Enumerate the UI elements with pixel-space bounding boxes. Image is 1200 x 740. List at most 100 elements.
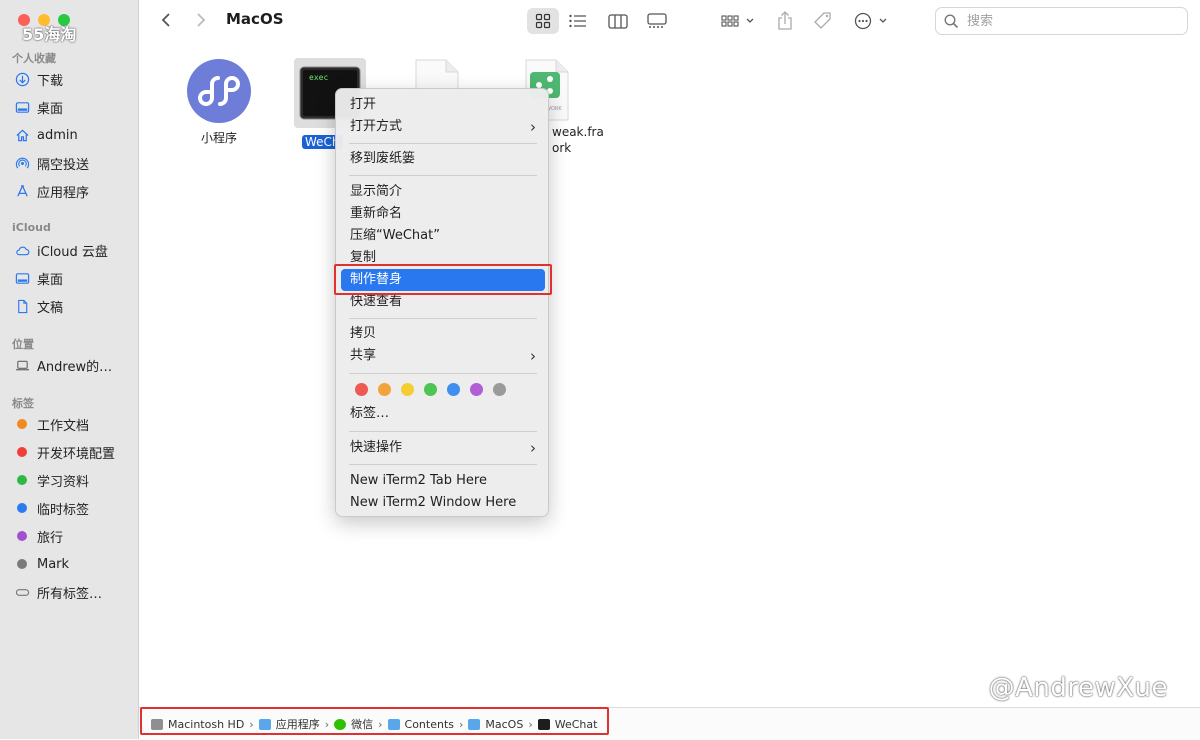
menu-item-compress[interactable]: 压缩“WeChat”	[341, 225, 545, 247]
list-view-button[interactable]	[567, 8, 589, 34]
group-icon	[721, 15, 754, 27]
sidebar-item-tag-temp[interactable]: 临时标签	[14, 497, 134, 519]
back-button[interactable]	[156, 10, 176, 30]
laptop-icon	[14, 357, 30, 373]
sidebar-item-icloud-drive[interactable]: iCloud 云盘	[14, 239, 134, 261]
sidebar-item-documents[interactable]: 文稿	[14, 295, 134, 317]
sidebar-item-label: iCloud 云盘	[37, 244, 108, 260]
search-input[interactable]	[965, 12, 1169, 30]
sidebar-item-label: 下载	[37, 73, 64, 89]
sidebar-item-admin[interactable]: admin	[14, 124, 134, 146]
menu-item-iterm-window[interactable]: New iTerm2 Window Here	[341, 492, 545, 514]
menu-item-rename[interactable]: 重新命名	[341, 203, 545, 225]
menu-item-get-info[interactable]: 显示简介	[341, 181, 545, 203]
tag-icon	[814, 12, 831, 29]
sidebar-section-icloud: iCloud	[12, 221, 51, 234]
tag-color-yellow[interactable]	[401, 383, 414, 396]
sidebar-item-desktop[interactable]: 桌面	[14, 96, 134, 118]
tag-color-gray[interactable]	[493, 383, 506, 396]
grid-icon	[535, 13, 551, 29]
watermark-logo: 55海淘	[22, 25, 77, 44]
sidebar-item-andrew-mac[interactable]: Andrew的…	[14, 354, 134, 376]
sidebar-item-label: 学习资料	[37, 474, 90, 490]
menu-separator	[349, 143, 537, 144]
window-title: MacOS	[226, 10, 284, 28]
sidebar: 55海淘 个人收藏 下载 桌面 admin 隔空投送 应用程序 iCloud i…	[0, 0, 139, 739]
sidebar-item-all-tags[interactable]: 所有标签…	[14, 581, 134, 603]
desktop-icon	[14, 99, 30, 115]
sidebar-item-label: 工作文档	[37, 418, 90, 434]
tag-color-red[interactable]	[355, 383, 368, 396]
tag-dot-purple	[17, 531, 27, 541]
gallery-icon	[647, 13, 667, 28]
tag-color-purple[interactable]	[470, 383, 483, 396]
group-by-button[interactable]	[719, 8, 759, 34]
sidebar-item-airdrop[interactable]: 隔空投送	[14, 152, 134, 174]
sidebar-item-label: 文稿	[37, 300, 64, 316]
sidebar-item-label: 临时标签	[37, 502, 90, 518]
tag-dot-red	[17, 447, 27, 457]
list-icon	[569, 14, 586, 28]
sidebar-item-tag-mark[interactable]: Mark	[14, 553, 134, 575]
tags-button[interactable]	[811, 8, 835, 34]
chevron-right-icon: ›	[530, 439, 536, 457]
menu-item-open[interactable]: 打开	[341, 94, 545, 116]
icon-view-button[interactable]	[527, 8, 559, 34]
home-icon	[14, 127, 30, 143]
tag-dot-orange	[17, 419, 27, 429]
menu-item-tags[interactable]: 标签…	[341, 403, 545, 425]
sidebar-item-label: 开发环境配置	[37, 446, 116, 462]
chevron-left-icon	[161, 13, 170, 27]
menu-item-copy[interactable]: 拷贝	[341, 323, 545, 345]
sidebar-item-label: 所有标签…	[37, 586, 103, 602]
menu-item-move-to-trash[interactable]: 移到废纸篓	[341, 148, 545, 170]
search-icon	[944, 13, 959, 28]
chevron-right-icon: ›	[530, 347, 536, 365]
menu-separator	[349, 175, 537, 176]
gallery-view-button[interactable]	[645, 8, 669, 34]
tag-color-row	[355, 383, 506, 396]
finder-window: 55海淘 个人收藏 下载 桌面 admin 隔空投送 应用程序 iCloud i…	[0, 0, 1200, 740]
sidebar-item-icloud-desktop[interactable]: 桌面	[14, 267, 134, 289]
columns-icon	[608, 13, 628, 29]
column-view-button[interactable]	[607, 8, 629, 34]
toolbar: MacOS	[139, 0, 1200, 42]
sidebar-item-tag-study[interactable]: 学习资料	[14, 469, 134, 491]
share-icon	[778, 11, 792, 30]
document-icon	[14, 298, 30, 314]
file-item-miniprogram[interactable]: 小程序	[164, 58, 274, 146]
sidebar-section-favorites: 个人收藏	[12, 52, 56, 65]
highlight-annotation-box	[334, 264, 552, 295]
cloud-icon	[14, 242, 30, 258]
pathbar-annotation-box	[140, 707, 609, 735]
sidebar-item-tag-travel[interactable]: 旅行	[14, 525, 134, 547]
miniprogram-icon	[187, 59, 251, 123]
desktop-icon	[14, 270, 30, 286]
sidebar-item-label: 隔空投送	[37, 157, 90, 173]
tag-color-green[interactable]	[424, 383, 437, 396]
share-button[interactable]	[775, 8, 795, 34]
sidebar-item-label: 桌面	[37, 101, 64, 117]
menu-item-share[interactable]: 共享 ›	[341, 345, 545, 367]
sidebar-item-label: Andrew的…	[37, 359, 113, 375]
menu-item-iterm-tab[interactable]: New iTerm2 Tab Here	[341, 470, 545, 492]
context-menu: 打开 打开方式 › 移到废纸篓 显示简介 重新命名 压缩“WeChat” 复制 制…	[335, 88, 549, 517]
sidebar-item-label: 应用程序	[37, 185, 90, 201]
airdrop-icon	[14, 155, 30, 171]
search-field[interactable]	[935, 7, 1188, 35]
sidebar-item-tag-dev[interactable]: 开发环境配置	[14, 441, 134, 463]
sidebar-item-applications[interactable]: 应用程序	[14, 180, 134, 202]
tag-dot-gray	[17, 559, 27, 569]
forward-button[interactable]	[191, 10, 211, 30]
more-actions-button[interactable]	[853, 8, 893, 34]
tag-color-orange[interactable]	[378, 383, 391, 396]
sidebar-item-downloads[interactable]: 下载	[14, 68, 134, 90]
sidebar-item-label: 旅行	[37, 530, 64, 546]
menu-item-quick-actions[interactable]: 快速操作 ›	[341, 437, 545, 459]
menu-item-open-with[interactable]: 打开方式 ›	[341, 116, 545, 138]
sidebar-item-label: admin	[37, 127, 78, 143]
applications-icon	[14, 183, 30, 199]
tag-color-blue[interactable]	[447, 383, 460, 396]
sidebar-item-tag-work[interactable]: 工作文档	[14, 413, 134, 435]
file-label-line2: ork	[552, 141, 572, 155]
